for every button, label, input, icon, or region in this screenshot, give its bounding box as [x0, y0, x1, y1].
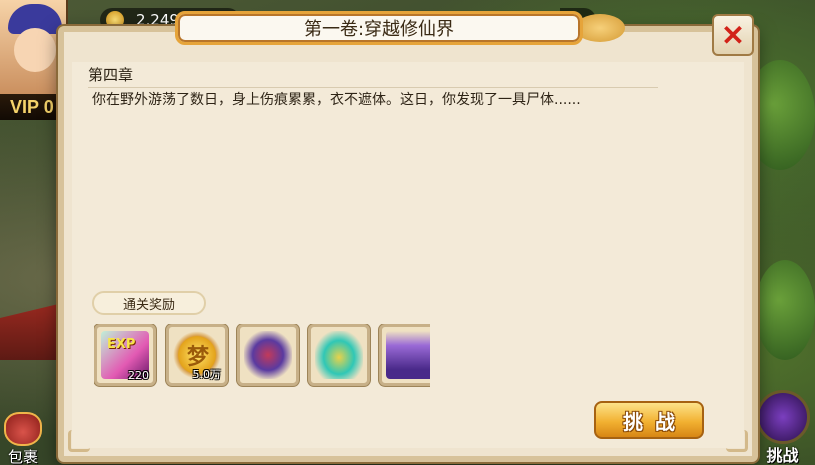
corner-ornament [726, 430, 748, 452]
reward-item-robe[interactable] [237, 324, 299, 386]
fight-helmet-icon [756, 390, 810, 444]
robe-armor-icon [244, 331, 292, 379]
close-button[interactable]: ✕ [712, 14, 754, 56]
reward-item-boots[interactable] [308, 324, 370, 386]
bag-label: 包裹 [7, 448, 38, 465]
reward-qty: 220 [128, 369, 149, 382]
dialog-title-bar: 第一卷:穿越修仙界 [175, 11, 583, 45]
reward-heading: 通关奖励 [92, 291, 206, 315]
fight-label: 挑战 [766, 446, 799, 465]
challenge-button[interactable]: 挑战 [594, 401, 704, 439]
fight-button[interactable]: 挑战 [750, 390, 815, 465]
boots-icon [315, 331, 363, 379]
reward-item-gold[interactable]: 梦 5.0万 [166, 324, 228, 386]
reward-item-exp[interactable]: EXP 220 [94, 324, 156, 386]
tree-decoration [755, 260, 815, 360]
corner-ornament [68, 430, 90, 452]
chapter-title: 第四章 [88, 64, 658, 88]
avatar-face [14, 28, 56, 72]
hat-icon [386, 331, 430, 379]
bag-icon [4, 412, 42, 446]
exp-tag: EXP [107, 337, 136, 352]
reward-list[interactable]: EXP 220 梦 5.0万 [94, 324, 430, 390]
reward-qty: 5.0万 [192, 368, 222, 381]
reward-item-hat[interactable] [379, 324, 430, 386]
dialog-title: 第一卷:穿越修仙界 [303, 19, 455, 40]
chapter-story-text: 你在野外游荡了数日，身上伤痕累累，衣不遮体。这日，你发现了一具尸体...... [92, 92, 581, 108]
bag-button[interactable]: 包裹 [0, 412, 46, 465]
close-icon: ✕ [721, 19, 745, 51]
dialog-content-area [72, 62, 744, 448]
